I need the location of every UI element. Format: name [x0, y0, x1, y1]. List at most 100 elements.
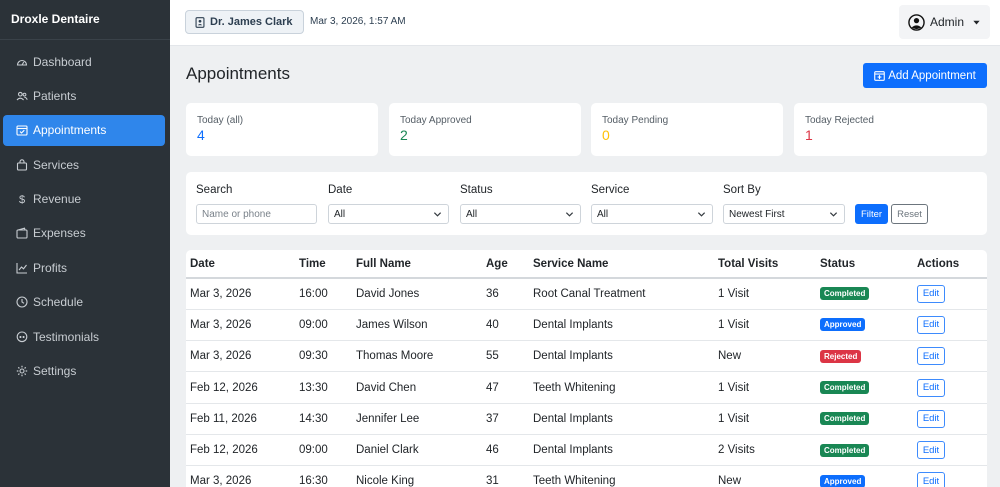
status-value: All: [466, 208, 478, 220]
table-row: Mar 3, 2026 09:00 James Wilson 40 Dental Imp…: [186, 309, 987, 342]
calendar-plus-icon: [874, 71, 886, 81]
chevron-down-icon: [829, 212, 838, 217]
cell-age: 55: [482, 340, 529, 373]
cell-full-name: David Jones: [352, 278, 482, 310]
appointments-table-panel: Date Time Full Name Age Service Name Tot…: [186, 250, 987, 487]
edit-button[interactable]: Edit: [917, 441, 945, 460]
sidebar-item-label: Schedule: [33, 295, 84, 310]
cell-service-name: Root Canal Treatment: [529, 278, 714, 310]
sort-select[interactable]: Newest First: [723, 204, 845, 224]
sort-value: Newest First: [729, 208, 785, 220]
bag-icon: [16, 158, 28, 171]
table-row: Feb 11, 2026 14:30 Jennifer Lee 37 Dental Im…: [186, 403, 987, 435]
edit-button[interactable]: Edit: [917, 409, 945, 428]
table-row: Mar 3, 2026 09:30 Thomas Moore 55 Dental Imp…: [186, 340, 987, 373]
service-label: Service: [591, 184, 630, 196]
users-icon: [16, 90, 28, 102]
filter-button[interactable]: Filter: [855, 204, 888, 224]
cell-service-name: Dental Implants: [529, 434, 714, 467]
sidebar-item-revenue[interactable]: $ Revenue: [3, 184, 165, 215]
column-header-status[interactable]: Status: [816, 250, 913, 279]
cell-age: 47: [482, 371, 529, 404]
id-badge-icon: [195, 16, 205, 28]
cell-total-visits: 1 Visit: [714, 371, 816, 404]
cell-total-visits: 2 Visits: [714, 434, 816, 467]
sidebar-item-expenses[interactable]: Expenses: [3, 218, 165, 249]
cell-actions: Edit: [913, 278, 987, 310]
dollar-icon: $: [16, 193, 28, 205]
add-appointment-button[interactable]: Add Appointment: [863, 63, 987, 88]
cell-full-name: Daniel Clark: [352, 434, 482, 467]
sidebar-item-profits[interactable]: Profits: [3, 252, 165, 283]
date-select[interactable]: All: [328, 204, 449, 224]
cell-age: 46: [482, 434, 529, 467]
stat-value: 4: [197, 127, 205, 143]
cell-age: 36: [482, 278, 529, 310]
cell-total-visits: New: [714, 340, 816, 373]
user-menu[interactable]: Admin: [898, 5, 990, 39]
sidebar-item-label: Expenses: [33, 226, 86, 241]
edit-button[interactable]: Edit: [917, 315, 945, 334]
sidebar-item-label: Testimonials: [33, 329, 100, 344]
column-header-time[interactable]: Time: [295, 250, 352, 279]
cell-service-name: Teeth Whitening: [529, 465, 714, 487]
table-header-row: Date Time Full Name Age Service Name Tot…: [186, 250, 987, 279]
cell-actions: Edit: [913, 403, 987, 435]
stat-value: 2: [400, 127, 408, 143]
sidebar-item-testimonials[interactable]: Testimonials: [3, 321, 165, 352]
cell-date: Mar 3, 2026: [186, 340, 295, 373]
cell-full-name: Thomas Moore: [352, 340, 482, 373]
sidebar-item-schedule[interactable]: Schedule: [3, 287, 165, 318]
search-input[interactable]: Name or phone: [196, 204, 317, 224]
table-row: Feb 12, 2026 13:30 David Chen 47 Teeth White…: [186, 371, 987, 404]
sidebar-item-label: Appointments: [33, 123, 107, 138]
cell-full-name: Nicole King: [352, 465, 482, 487]
reset-button[interactable]: Reset: [891, 204, 928, 224]
caret-down-icon: [973, 20, 980, 24]
status-badge: Approved: [820, 474, 866, 487]
status-badge: Completed: [820, 287, 870, 301]
cell-status: Completed: [816, 278, 913, 310]
sidebar-item-label: Profits: [33, 260, 68, 275]
service-select[interactable]: All: [591, 204, 713, 224]
cell-full-name: James Wilson: [352, 309, 482, 342]
cell-total-visits: 1 Visit: [714, 278, 816, 310]
date-label: Date: [328, 184, 353, 196]
sidebar-item-dashboard[interactable]: Dashboard: [3, 46, 165, 77]
sidebar-item-services[interactable]: Services: [3, 149, 165, 180]
stat-card-today-rejected: Today Rejected 1: [794, 103, 987, 156]
cell-actions: Edit: [913, 309, 987, 342]
edit-button[interactable]: Edit: [917, 378, 945, 397]
edit-button[interactable]: Edit: [917, 347, 945, 366]
status-select[interactable]: All: [460, 204, 581, 224]
table-row: Mar 3, 2026 16:00 David Jones 36 Root Canal …: [186, 278, 987, 310]
stat-card-today-all: Today (all) 4: [186, 103, 378, 156]
chevron-down-icon: [565, 212, 574, 217]
cell-time: 09:00: [295, 309, 352, 342]
cell-time: 09:30: [295, 340, 352, 373]
column-header-date[interactable]: Date: [186, 250, 295, 279]
status-badge: Completed: [820, 443, 870, 457]
sidebar: Droxle Dentaire Dashboard Patients Appoint…: [0, 0, 170, 487]
cell-time: 13:30: [295, 371, 352, 404]
stat-label: Today Pending: [602, 115, 669, 126]
sidebar-item-patients[interactable]: Patients: [3, 80, 165, 111]
sidebar-item-settings[interactable]: Settings: [3, 356, 165, 387]
stat-card-today-approved: Today Approved 2: [389, 103, 581, 156]
cell-service-name: Teeth Whitening: [529, 371, 714, 404]
edit-button[interactable]: Edit: [917, 284, 945, 303]
clock-icon: [16, 296, 28, 308]
doctor-chip[interactable]: Dr. James Clark: [185, 10, 304, 34]
column-header-total-visits[interactable]: Total Visits: [714, 250, 816, 279]
cell-date: Mar 3, 2026: [186, 309, 295, 342]
add-appointment-label: Add Appointment: [888, 69, 976, 82]
sidebar-item-appointments[interactable]: Appointments: [3, 114, 165, 146]
column-header-service-name[interactable]: Service Name: [529, 250, 714, 279]
stat-label: Today (all): [197, 115, 244, 126]
column-header-actions: Actions: [913, 250, 987, 279]
gear-icon: [16, 365, 28, 377]
column-header-age[interactable]: Age: [482, 250, 529, 279]
edit-button[interactable]: Edit: [917, 472, 945, 487]
user-circle-icon: [908, 13, 925, 31]
column-header-full-name[interactable]: Full Name: [352, 250, 482, 279]
